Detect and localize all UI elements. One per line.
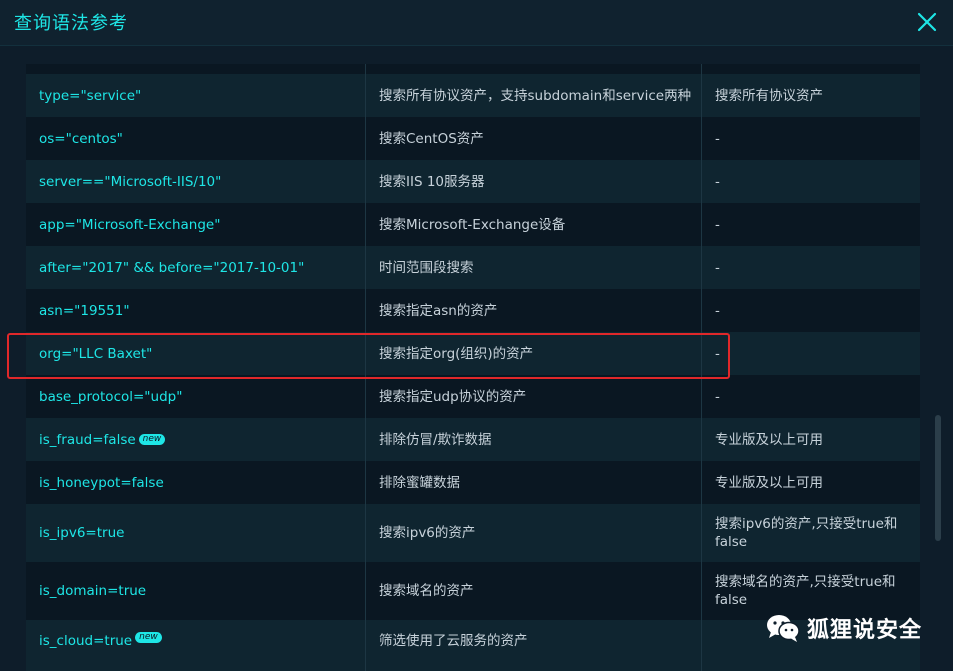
syntax-cell[interactable]: after="2017" && before="2017-10-01": [39, 246, 359, 289]
syntax-text: is_cloud=true: [39, 633, 133, 649]
note-cell: -: [715, 302, 720, 319]
table-row: after="2017" && before="2017-10-01" 时间范围…: [26, 246, 920, 289]
close-icon[interactable]: [915, 10, 939, 34]
note-cell: -: [715, 173, 720, 190]
note-cell: -: [715, 388, 720, 405]
syntax-cell[interactable]: asn="19551": [39, 289, 359, 332]
modal-title: 查询语法参考: [14, 13, 128, 34]
note-cell: -: [715, 345, 720, 362]
syntax-cell[interactable]: is_fraud=false new: [39, 418, 359, 461]
note-cell: 搜索所有协议资产: [715, 87, 823, 104]
table-row: type="service" 搜索所有协议资产，支持subdomain和serv…: [26, 74, 920, 117]
wechat-icon: [765, 613, 801, 643]
scrollbar-track[interactable]: [934, 64, 942, 671]
new-badge: new: [135, 632, 162, 643]
note-cell: 专业版及以上可用: [715, 474, 823, 491]
description-cell: 搜索指定udp协议的资产: [379, 388, 527, 405]
modal-header: 查询语法参考: [0, 0, 953, 46]
description-cell: 筛选使用了云服务的资产: [379, 633, 528, 649]
description-cell: 搜索域名的资产: [379, 583, 474, 599]
table-row: app="Microsoft-Exchange" 搜索Microsoft-Exc…: [26, 203, 920, 246]
syntax-cell[interactable]: is_cloud=true new: [39, 620, 359, 671]
table-row: base_protocol="udp" 搜索指定udp协议的资产 -: [26, 375, 920, 418]
syntax-cell[interactable]: is_honeypot=false: [39, 461, 359, 504]
syntax-cell[interactable]: server=="Microsoft-IIS/10": [39, 160, 359, 203]
note-cell: -: [715, 130, 720, 147]
syntax-text: is_fraud=false: [39, 431, 136, 448]
description-cell: 搜索指定asn的资产: [379, 302, 498, 319]
query-syntax-modal: 查询语法参考 type="service" 搜索所有协议资产，支持subdoma…: [0, 0, 953, 671]
table-row: is_ipv6=true 搜索ipv6的资产 搜索ipv6的资产,只接受true…: [26, 504, 920, 562]
syntax-cell[interactable]: os="centos": [39, 117, 359, 160]
table-row: os="centos" 搜索CentOS资产 -: [26, 117, 920, 160]
table-row-partial: [26, 64, 920, 74]
syntax-cell[interactable]: is_domain=true: [39, 562, 359, 620]
scrollbar-thumb[interactable]: [935, 415, 941, 541]
watermark: 狐狸说安全: [765, 612, 922, 644]
description-cell: 排除蜜罐数据: [379, 474, 460, 491]
syntax-cell[interactable]: type="service": [39, 74, 359, 117]
syntax-cell[interactable]: base_protocol="udp": [39, 375, 359, 418]
note-cell: 搜索ipv6的资产,只接受true和false: [715, 516, 898, 550]
table-row: server=="Microsoft-IIS/10" 搜索IIS 10服务器 -: [26, 160, 920, 203]
description-cell: 搜索CentOS资产: [379, 130, 484, 147]
description-cell: 排除仿冒/欺诈数据: [379, 431, 492, 448]
watermark-text: 狐狸说安全: [807, 618, 923, 643]
highlight-box: [7, 333, 730, 379]
table-row: is_fraud=false new 排除仿冒/欺诈数据 专业版及以上可用: [26, 418, 920, 461]
description-cell: 搜索IIS 10服务器: [379, 173, 485, 190]
table-row: asn="19551" 搜索指定asn的资产 -: [26, 289, 920, 332]
note-cell: 专业版及以上可用: [715, 431, 823, 448]
note-cell: -: [715, 259, 720, 276]
new-badge: new: [138, 434, 166, 445]
syntax-cell[interactable]: app="Microsoft-Exchange": [39, 203, 359, 246]
description-cell: 搜索ipv6的资产: [379, 525, 476, 541]
note-cell: -: [715, 216, 720, 233]
description-cell: 搜索所有协议资产，支持subdomain和service两种: [379, 87, 692, 104]
description-cell: 搜索Microsoft-Exchange设备: [379, 216, 566, 233]
description-cell: 时间范围段搜索: [379, 259, 474, 276]
syntax-cell[interactable]: is_ipv6=true: [39, 504, 359, 562]
table-row: is_honeypot=false 排除蜜罐数据 专业版及以上可用: [26, 461, 920, 504]
